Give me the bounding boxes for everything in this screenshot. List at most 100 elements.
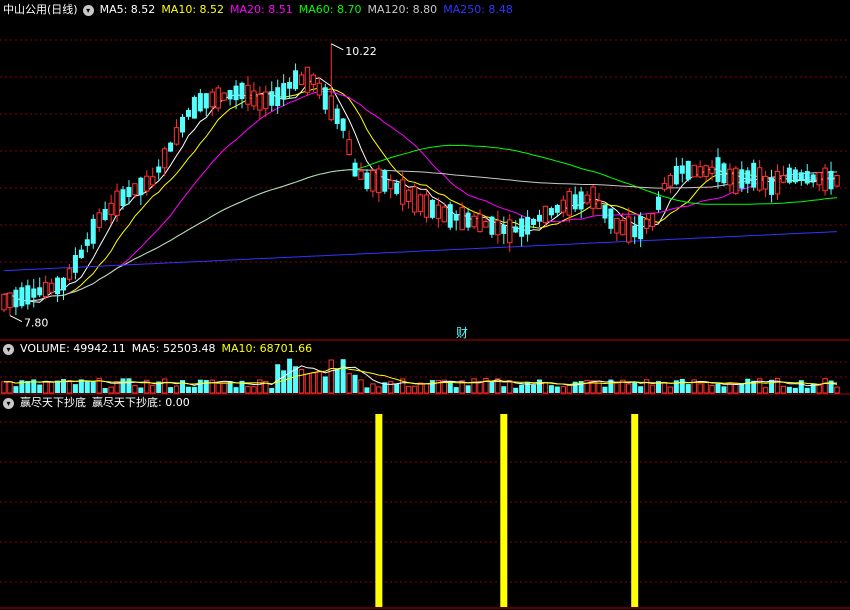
volume-bar: [25, 380, 31, 393]
candle-body: [370, 170, 376, 192]
volume-bar: [411, 385, 418, 394]
ma250-line: [3, 231, 838, 272]
candle-body: [816, 172, 822, 186]
candle-body: [542, 205, 549, 224]
candle-body: [560, 199, 566, 213]
ma20-label: MA20: 8.51: [230, 3, 293, 16]
volume-bar: [661, 382, 668, 394]
volume-bar: [197, 379, 203, 393]
ma5-label: MA5: 8.52: [99, 3, 156, 16]
volume-bar: [638, 386, 644, 393]
volume-bar: [471, 378, 477, 394]
candle-body: [709, 166, 715, 174]
candle-body: [423, 194, 430, 218]
volume-bar: [762, 387, 769, 394]
volume-bar: [602, 386, 608, 393]
volume-bar: [632, 382, 638, 393]
candle-body: [346, 139, 352, 156]
indicator-header: ▾ 赢尽天下抄底 赢尽天下抄底: 0.00: [0, 395, 196, 411]
candle-body: [340, 118, 346, 131]
volume-bar: [822, 378, 828, 394]
volume-bar: [715, 383, 721, 393]
candle-body: [233, 85, 239, 101]
volume-bar: [281, 370, 287, 393]
volume-bar: [578, 381, 584, 393]
candle-body: [751, 162, 757, 188]
volume-bar: [340, 359, 346, 393]
volume-bar: [519, 384, 525, 393]
volume-bar: [614, 382, 620, 394]
candle-body: [269, 91, 275, 106]
volume-bar: [298, 369, 305, 394]
volume-bar: [108, 386, 114, 394]
chevron-down-icon[interactable]: ▾: [3, 397, 14, 409]
volume-label: VOLUME: 49942.11: [20, 342, 126, 355]
candle-body: [257, 93, 263, 111]
volume-bar: [352, 374, 358, 393]
candle-body: [358, 170, 364, 180]
candle-body: [221, 92, 227, 101]
candle-body: [191, 97, 197, 119]
chevron-down-icon[interactable]: ▾: [3, 343, 14, 355]
candle-body: [399, 179, 406, 205]
volume-bar: [649, 384, 656, 394]
volume-bar: [453, 387, 459, 393]
candle-body: [804, 171, 810, 184]
candle-body: [78, 249, 84, 258]
volume-bar: [215, 382, 221, 394]
candle-body: [774, 170, 781, 195]
volume-bar: [150, 384, 156, 394]
candle-body: [298, 74, 305, 86]
volume-bar: [429, 380, 435, 393]
volume-ma10-line: [4, 367, 838, 386]
candle-body: [513, 226, 519, 233]
candle-body: [156, 166, 162, 173]
candle-body: [275, 87, 281, 106]
volume-bar: [132, 384, 138, 394]
volume-bar: [328, 359, 334, 394]
candle-body: [144, 175, 150, 192]
candle-body: [394, 182, 400, 194]
candle-body: [614, 217, 620, 234]
volume-bar: [774, 377, 781, 394]
candle-body: [656, 196, 661, 210]
kline-chart[interactable]: 10.22 7.80 财: [0, 0, 850, 610]
candle-body: [411, 186, 418, 213]
volume-bar: [346, 373, 352, 394]
candle-body: [161, 148, 168, 169]
volume-bar: [191, 386, 197, 393]
candle-body: [215, 87, 221, 109]
volume-header: ▾ VOLUME: 49942.11 MA5: 52503.48 MA10: 6870…: [0, 341, 318, 357]
candle-body: [828, 170, 834, 190]
candle-body: [108, 202, 114, 215]
candle-body: [792, 169, 798, 183]
volume-bar: [322, 376, 328, 393]
volume-bar: [173, 385, 180, 394]
candle-body: [721, 163, 727, 184]
volume-bar: [560, 386, 566, 394]
candle-body: [84, 239, 90, 246]
candle-body: [584, 194, 590, 204]
volume-bar: [126, 378, 132, 393]
candle-body: [263, 91, 269, 110]
candle-body: [756, 167, 763, 191]
volume-bar: [168, 387, 174, 393]
candle-body: [328, 95, 334, 121]
volume-bar: [626, 383, 632, 394]
candle-body: [477, 213, 483, 233]
volume-bar: [120, 378, 126, 393]
candle-body: [102, 209, 108, 220]
volume-bar: [233, 387, 239, 393]
low-pointer: [9, 315, 23, 322]
volume-bar: [685, 384, 691, 393]
volume-bar: [531, 384, 537, 393]
volume-bar: [489, 381, 495, 393]
ma10-label: MA10: 8.52: [161, 3, 225, 16]
chevron-down-icon[interactable]: ▾: [82, 4, 94, 16]
volume-bar: [394, 383, 400, 393]
volume-bar: [304, 373, 311, 394]
candle-body: [245, 84, 251, 105]
candle-body: [572, 194, 578, 210]
candle-body: [602, 204, 608, 219]
candle-body: [762, 175, 769, 190]
